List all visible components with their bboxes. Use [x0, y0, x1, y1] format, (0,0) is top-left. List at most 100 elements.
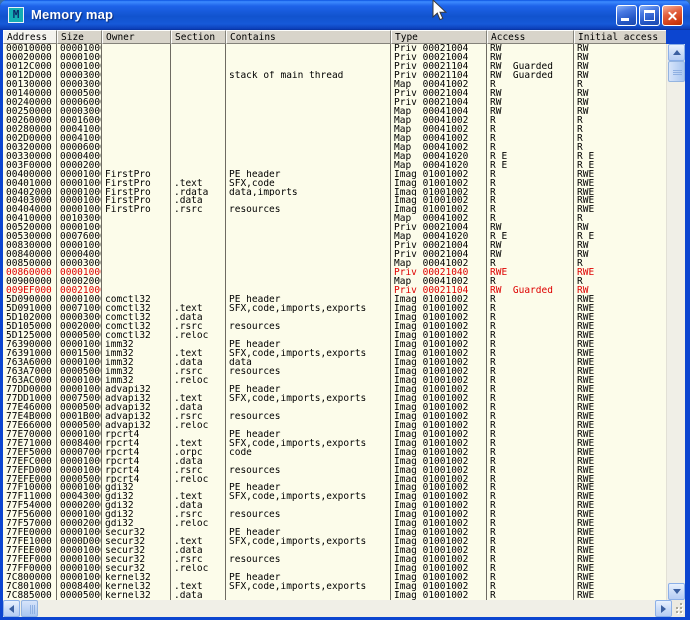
table-row[interactable]: 77FF000000001000secur32.relocImag 010010… — [3, 564, 666, 573]
table-row[interactable]: 77F5600000001000gdi32.rsrcresourcesImag … — [3, 510, 666, 519]
cell-contains: PE header — [226, 483, 391, 492]
table-row[interactable]: 0053000000076000Map 00041020R ER E — [3, 232, 666, 241]
table-row[interactable]: 0090000000002000Map 00041002RR — [3, 277, 666, 286]
table-row[interactable]: 5D09100000071000comctl32.textSFX,code,im… — [3, 304, 666, 313]
table-row[interactable]: 7639100000015000imm32.textSFX,code,impor… — [3, 349, 666, 358]
table-row[interactable]: 0084000000004000Priv 00021004RWRW — [3, 250, 666, 259]
table-row[interactable]: 5D09000000001000comctl32PE headerImag 01… — [3, 295, 666, 304]
table-row[interactable]: 7639000000001000imm32PE headerImag 01001… — [3, 340, 666, 349]
cell-owner — [102, 223, 171, 232]
cell-contains: data — [226, 358, 391, 367]
minimize-button[interactable] — [616, 5, 637, 26]
table-row[interactable]: 0013000000003000Map 00041002RR — [3, 80, 666, 89]
table-row[interactable]: 77FE10000000D000secur32.textSFX,code,imp… — [3, 537, 666, 546]
cell-address: 003F0000 — [3, 161, 57, 170]
table-row[interactable]: 0040000000001000FirstProPE headerImag 01… — [3, 170, 666, 179]
table-row[interactable]: 77DD100000075000advapi32.textSFX,code,im… — [3, 394, 666, 403]
table-row[interactable]: 009EF00000021000Priv 00021104RW GuardedR… — [3, 286, 666, 295]
table-row[interactable]: 77F1000000001000gdi32PE headerImag 01001… — [3, 483, 666, 492]
table-row[interactable]: 763A600000001000imm32.datadataImag 01001… — [3, 358, 666, 367]
table-row[interactable]: 0012D00000003000stack of main threadPriv… — [3, 71, 666, 80]
table-row[interactable]: 0033000000004000Map 00041020R ER E — [3, 152, 666, 161]
table-row[interactable]: 002D000000041000Map 00041002RR — [3, 134, 666, 143]
cell-owner: imm32 — [102, 349, 171, 358]
column-header-type[interactable]: Type — [391, 30, 487, 44]
table-row[interactable]: 0052000000001000Priv 00021004RWRW — [3, 223, 666, 232]
table-row[interactable]: 77E6600000005000advapi32.relocImag 01001… — [3, 421, 666, 430]
column-header-initial-access[interactable]: Initial access — [574, 30, 666, 44]
table-row[interactable]: 77EF500000007000rpcrt4.orpccodeImag 0100… — [3, 448, 666, 457]
table-row[interactable]: 77FEF00000001000secur32.rsrcresourcesIma… — [3, 555, 666, 564]
table-row[interactable]: 0026000000016000Map 00041002RR — [3, 116, 666, 125]
table-row[interactable]: 0040400000001000FirstPro.rsrcresourcesIm… — [3, 205, 666, 214]
table-row[interactable]: 0002000000001000Priv 00021004RWRW — [3, 53, 666, 62]
table-row[interactable]: 5D12500000005000comctl32.relocImag 01001… — [3, 331, 666, 340]
table-row[interactable]: 003F000000002000Map 00041020R ER E — [3, 161, 666, 170]
resize-grip[interactable] — [672, 600, 685, 617]
table-row[interactable]: 0040300000001000FirstPro.dataImag 010010… — [3, 196, 666, 205]
cell-contains — [226, 107, 391, 116]
table-row[interactable]: 7C88500000005000kernel32.dataImag 010010… — [3, 591, 666, 600]
vertical-scroll-thumb[interactable] — [668, 61, 685, 82]
column-header-contains[interactable]: Contains — [226, 30, 391, 44]
table-row[interactable]: 0024000000006000Priv 00021004RWRW — [3, 98, 666, 107]
column-header-address[interactable]: Address — [3, 30, 57, 44]
table-row[interactable]: 0086000000001000Priv 00021040RWERWE — [3, 268, 666, 277]
cell-address: 77DD1000 — [3, 394, 57, 403]
horizontal-scrollbar[interactable] — [3, 600, 672, 617]
cell-initial_access: RWE — [574, 483, 666, 492]
table-row[interactable]: 0028000000041000Map 00041002RR — [3, 125, 666, 134]
column-header-access[interactable]: Access — [487, 30, 574, 44]
scroll-up-button[interactable] — [668, 44, 685, 61]
table-row[interactable]: 77FE000000001000secur32PE headerImag 010… — [3, 528, 666, 537]
table-row[interactable]: 77EFE00000005000rpcrt4.relocImag 0100100… — [3, 475, 666, 484]
table-row[interactable]: 77FEE00000001000secur32.dataImag 0100100… — [3, 546, 666, 555]
table-row[interactable]: 0040200000001000FirstPro.rdatadata,impor… — [3, 188, 666, 197]
cell-contains — [226, 125, 391, 134]
table-row[interactable]: 5D10500000020000comctl32.rsrcresourcesIm… — [3, 322, 666, 331]
table-row[interactable]: 763AC00000001000imm32.relocImag 01001002… — [3, 376, 666, 385]
table-row[interactable]: 77EFD00000001000rpcrt4.rsrcresourcesImag… — [3, 466, 666, 475]
table-row[interactable]: 0025000000003000Map 00041004RWRW — [3, 107, 666, 116]
scroll-down-button[interactable] — [668, 583, 685, 600]
horizontal-scroll-thumb[interactable] — [21, 600, 38, 617]
close-button[interactable] — [662, 5, 683, 26]
table-row[interactable]: 77F1100000043000gdi32.textSFX,code,impor… — [3, 492, 666, 501]
table-row[interactable]: 0012C00000001000Priv 00021104RW GuardedR… — [3, 62, 666, 71]
cell-size: 00005000 — [57, 591, 102, 600]
title-bar[interactable]: M Memory map — [0, 0, 690, 30]
table-row[interactable]: 0001000000001000Priv 00021004RWRW — [3, 44, 666, 53]
cell-owner: advapi32 — [102, 421, 171, 430]
cell-contains — [226, 161, 391, 170]
table-row[interactable]: 77F5700000002000gdi32.relocImag 01001002… — [3, 519, 666, 528]
cell-initial_access: RWE — [574, 439, 666, 448]
table-row[interactable]: 7C80000000001000kernel32PE headerImag 01… — [3, 573, 666, 582]
table-row[interactable]: 77E4B0000001B000advapi32.rsrcresourcesIm… — [3, 412, 666, 421]
table-row[interactable]: 0083000000001000Priv 00021004RWRW — [3, 241, 666, 250]
maximize-button[interactable] — [639, 5, 660, 26]
column-header-size[interactable]: Size — [57, 30, 102, 44]
table-row[interactable]: 77DD000000001000advapi32PE headerImag 01… — [3, 385, 666, 394]
cell-type: Imag 01001002 — [391, 555, 487, 564]
cell-contains: PE header — [226, 170, 391, 179]
vertical-scrollbar[interactable] — [666, 44, 685, 600]
table-row[interactable]: 0041000000103000Map 00041002RR — [3, 214, 666, 223]
window-border-right — [685, 30, 690, 620]
scroll-right-button[interactable] — [655, 600, 672, 617]
column-header-section[interactable]: Section — [171, 30, 226, 44]
table-row[interactable]: 77E4600000005000advapi32.dataImag 010010… — [3, 403, 666, 412]
table-row[interactable]: 0032000000006000Map 00041002RR — [3, 143, 666, 152]
table-row[interactable]: 0014000000005000Priv 00021004RWRW — [3, 89, 666, 98]
table-row[interactable]: 0085000000003000Map 00041002RR — [3, 259, 666, 268]
cell-access: RW Guarded — [487, 71, 574, 80]
table-row[interactable]: 77F5400000002000gdi32.dataImag 01001002R… — [3, 501, 666, 510]
table-row[interactable]: 5D10200000003000comctl32.dataImag 010010… — [3, 313, 666, 322]
table-row[interactable]: 0040100000001000FirstPro.textSFX,codeIma… — [3, 179, 666, 188]
table-row[interactable]: 763A700000005000imm32.rsrcresourcesImag … — [3, 367, 666, 376]
column-header-owner[interactable]: Owner — [102, 30, 171, 44]
scroll-left-button[interactable] — [3, 600, 20, 617]
table-row[interactable]: 77E7000000001000rpcrt4PE headerImag 0100… — [3, 430, 666, 439]
table-row[interactable]: 77E7100000084000rpcrt4.textSFX,code,impo… — [3, 439, 666, 448]
table-row[interactable]: 77EFC00000001000rpcrt4.dataImag 01001002… — [3, 457, 666, 466]
table-row[interactable]: 7C80100000084000kernel32.textSFX,code,im… — [3, 582, 666, 591]
